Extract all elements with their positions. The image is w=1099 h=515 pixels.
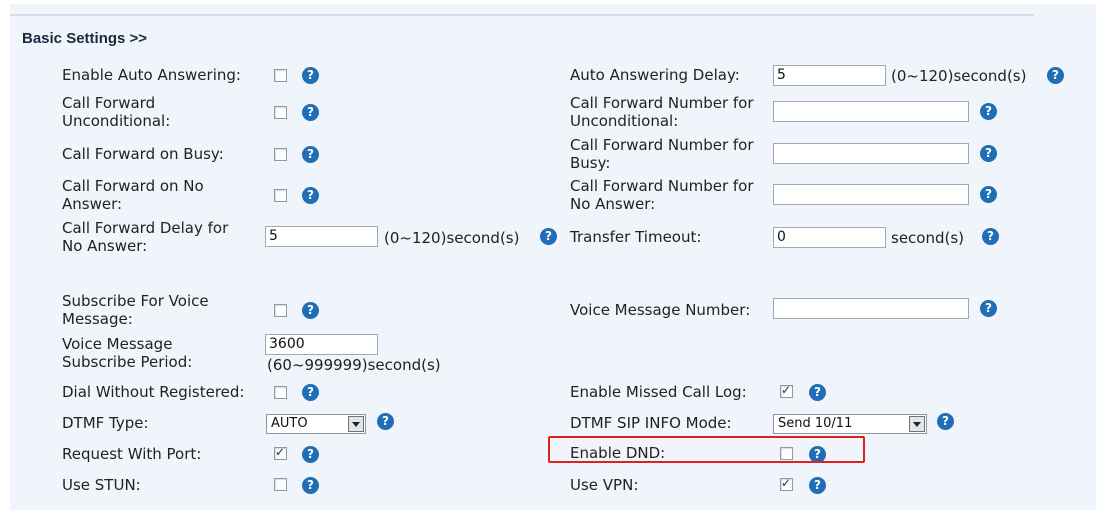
missed-call-log-label: Enable Missed Call Log: [570,383,747,401]
subscribe-voice-label-2: Message: [62,310,133,328]
cfn-noanswer-input[interactable] [773,184,969,205]
cfn-unconditional-label-1: Call Forward Number for [570,94,754,112]
help-icon[interactable]: ? [302,146,319,163]
help-icon[interactable]: ? [980,145,997,162]
subscribe-voice-label-1: Subscribe For Voice [62,292,209,310]
auto-answer-checkbox[interactable] [274,69,287,82]
subscribe-voice-checkbox[interactable] [274,304,287,317]
help-icon[interactable]: ? [302,67,319,84]
request-port-label: Request With Port: [62,445,202,463]
cf-unconditional-label-2: Unconditional: [62,112,171,130]
help-icon[interactable]: ? [302,477,319,494]
cf-busy-label: Call Forward on Busy: [62,145,224,163]
transfer-timeout-input[interactable]: 0 [773,227,886,248]
transfer-timeout-label: Transfer Timeout: [570,228,702,246]
dial-unregistered-checkbox[interactable] [274,386,287,399]
use-vpn-checkbox[interactable] [780,476,793,491]
vm-period-label-1: Voice Message [62,335,173,353]
transfer-timeout-unit: second(s) [891,229,965,247]
vm-number-label: Voice Message Number: [570,301,751,319]
sip-info-mode-select[interactable]: Send 10/11 [773,414,927,434]
cf-noanswer-label-2: Answer: [62,195,123,213]
chevron-down-icon[interactable] [909,416,925,432]
vm-period-label-2: Subscribe Period: [62,353,193,371]
help-icon[interactable]: ? [302,187,319,204]
use-vpn-label: Use VPN: [570,476,639,494]
help-icon[interactable]: ? [540,228,557,245]
sip-info-mode-label: DTMF SIP INFO Mode: [570,414,732,432]
help-icon[interactable]: ? [980,300,997,317]
cf-delay-label-2: No Answer: [62,237,148,255]
cf-noanswer-checkbox[interactable] [274,189,287,202]
missed-call-log-checkbox[interactable] [780,383,793,398]
help-icon[interactable]: ? [377,413,394,430]
help-icon[interactable]: ? [1047,67,1064,84]
auto-delay-input[interactable]: 5 [773,65,886,86]
cf-unconditional-checkbox[interactable] [274,106,287,119]
help-icon[interactable]: ? [302,446,319,463]
help-icon[interactable]: ? [809,384,826,401]
help-icon[interactable]: ? [980,103,997,120]
auto-answer-label: Enable Auto Answering: [62,66,241,84]
cf-busy-checkbox[interactable] [274,148,287,161]
vm-period-input[interactable]: 3600 [265,334,378,355]
cfn-unconditional-input[interactable] [773,101,969,122]
cf-delay-input[interactable]: 5 [265,226,378,247]
dtmf-type-value: AUTO [271,416,308,431]
cfn-noanswer-label-2: No Answer: [570,195,656,213]
help-icon[interactable]: ? [937,413,954,430]
help-icon[interactable]: ? [302,384,319,401]
dtmf-type-select[interactable]: AUTO [266,414,366,434]
help-icon[interactable]: ? [980,186,997,203]
use-stun-label: Use STUN: [62,476,141,494]
cfn-busy-label-2: Busy: [570,154,611,172]
dtmf-type-label: DTMF Type: [62,414,149,432]
auto-delay-range: (0~120)second(s) [891,67,1027,85]
cf-unconditional-label-1: Call Forward [62,94,156,112]
section-title: Basic Settings >> [22,30,148,47]
request-port-checkbox[interactable] [274,445,287,460]
cf-delay-range: (0~120)second(s) [384,229,520,247]
cfn-unconditional-label-2: Unconditional: [570,112,679,130]
vm-number-input[interactable] [773,298,969,319]
auto-delay-label: Auto Answering Delay: [570,66,740,84]
cfn-busy-label-1: Call Forward Number for [570,136,754,154]
chevron-down-icon[interactable] [348,416,364,432]
cf-delay-label-1: Call Forward Delay for [62,219,229,237]
dnd-highlight-box [548,436,865,463]
help-icon[interactable]: ? [302,302,319,319]
help-icon[interactable]: ? [809,477,826,494]
sip-info-mode-value: Send 10/11 [778,416,853,431]
use-stun-checkbox[interactable] [274,478,287,491]
help-icon[interactable]: ? [982,228,999,245]
cfn-busy-input[interactable] [773,143,969,164]
dial-unregistered-label: Dial Without Registered: [62,383,245,401]
cfn-noanswer-label-1: Call Forward Number for [570,177,754,195]
vm-period-range: (60~999999)second(s) [267,356,441,374]
divider [10,14,1034,16]
help-icon[interactable]: ? [302,104,319,121]
cf-noanswer-label-1: Call Forward on No [62,177,204,195]
